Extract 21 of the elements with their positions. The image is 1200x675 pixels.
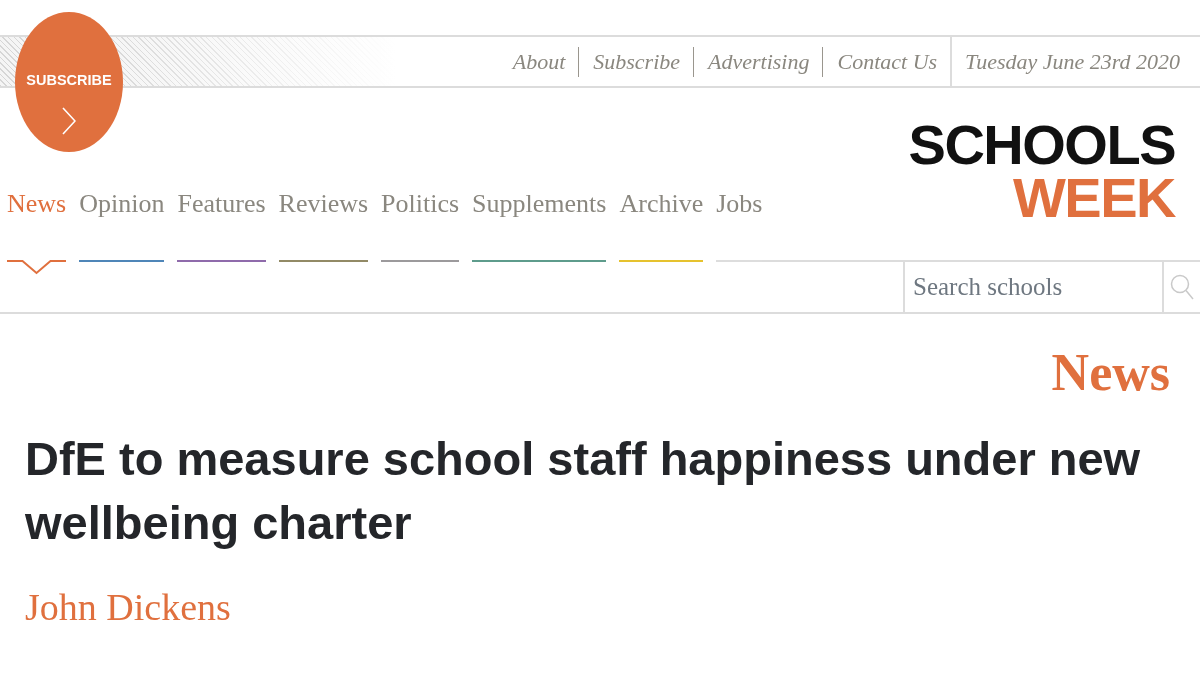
nav-link[interactable]: Opinion bbox=[79, 188, 165, 219]
nav-link[interactable]: Reviews bbox=[278, 188, 369, 219]
section-label: News bbox=[1051, 344, 1170, 401]
subscribe-button[interactable]: SUBSCRIBE bbox=[15, 12, 123, 152]
nav-link[interactable]: Supplements bbox=[472, 188, 607, 219]
author-link[interactable]: John Dickens bbox=[25, 584, 231, 630]
date-text: Tuesday June 23rd 2020 bbox=[965, 48, 1180, 76]
logo-text: SCHOOLS bbox=[908, 118, 1175, 172]
logo-text: WEEK bbox=[1013, 171, 1175, 225]
nav-link[interactable]: News bbox=[7, 188, 67, 219]
nav-link[interactable]: Features bbox=[177, 188, 266, 219]
top-link[interactable]: Contact Us bbox=[822, 46, 951, 77]
nav-link[interactable]: Archive bbox=[619, 188, 704, 219]
nav-link[interactable]: Jobs bbox=[716, 188, 763, 219]
top-link[interactable]: Subscribe bbox=[578, 46, 694, 77]
top-link[interactable]: About bbox=[498, 46, 579, 77]
top-link[interactable]: Advertising bbox=[693, 46, 823, 77]
article-headline: DfE to measure school staff happiness under new wellbeing charter bbox=[25, 431, 1142, 551]
nav-link[interactable]: Politics bbox=[381, 188, 460, 219]
search-icon bbox=[1170, 274, 1194, 300]
chevron-right-icon bbox=[62, 106, 76, 135]
